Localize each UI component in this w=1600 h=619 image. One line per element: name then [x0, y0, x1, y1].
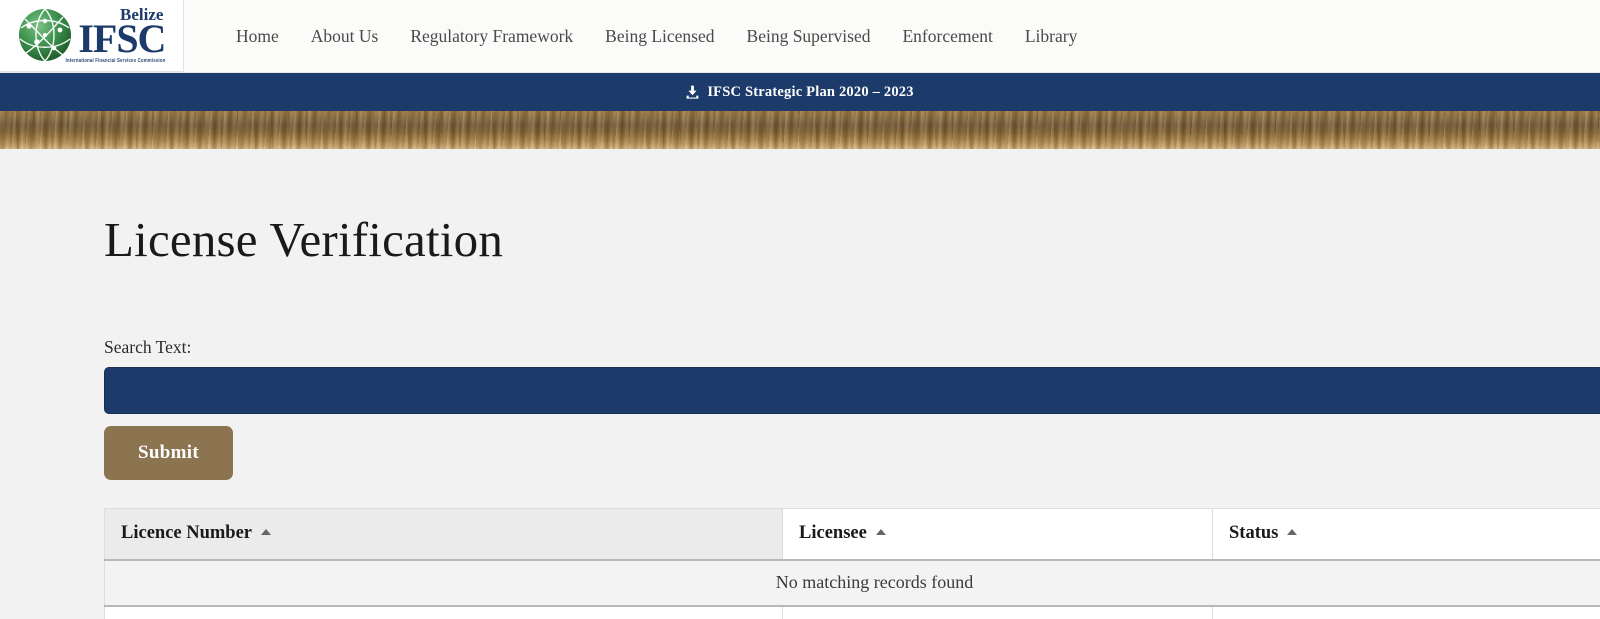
nav-item-being-licensed[interactable]: Being Licensed [589, 20, 730, 53]
footer-cell-licence-number [104, 604, 783, 619]
table-header-row: Licence Number Licensee Status [104, 508, 1600, 561]
search-label: Search Text: [104, 337, 192, 357]
column-header-status[interactable]: Status [1212, 508, 1600, 561]
nav-item-being-supervised[interactable]: Being Supervised [731, 20, 887, 53]
logo-tagline: International Financial Services Commiss… [65, 57, 166, 64]
empty-message: No matching records found [104, 559, 1600, 606]
caret-up-icon [1287, 529, 1298, 536]
license-results-table: Licence Number Licensee Status No matchi… [104, 508, 1600, 619]
column-header-licensee[interactable]: Licensee [782, 508, 1213, 561]
main-navigation: Home About Us Regulatory Framework Being… [220, 20, 1093, 53]
column-label-status: Status [1229, 523, 1279, 544]
nav-item-home[interactable]: Home [220, 20, 295, 53]
column-label-licensee: Licensee [799, 523, 867, 544]
site-header: Belize IFSC International Financial Serv… [0, 0, 1600, 73]
wood-texture-band [0, 111, 1600, 149]
search-input[interactable] [104, 367, 1600, 414]
strategic-plan-banner[interactable]: IFSC Strategic Plan 2020 – 2023 [0, 73, 1600, 111]
table-footer-row [104, 604, 1600, 619]
nav-item-about-us[interactable]: About Us [295, 20, 395, 53]
caret-up-icon [875, 529, 886, 536]
main-content: License Verification Search Text: Submit… [0, 149, 1600, 619]
page-title: License Verification [104, 212, 504, 267]
caret-up-icon [261, 529, 272, 536]
site-logo[interactable]: Belize IFSC International Financial Serv… [0, 0, 184, 72]
download-icon [686, 85, 699, 99]
strategic-plan-label: IFSC Strategic Plan 2020 – 2023 [707, 83, 914, 100]
nav-item-library[interactable]: Library [1009, 20, 1093, 53]
logo-acronym: IFSC [78, 16, 166, 62]
footer-cell-licensee [782, 604, 1213, 619]
submit-button[interactable]: Submit [104, 426, 233, 480]
table-empty-row: No matching records found [104, 559, 1600, 606]
nav-item-enforcement[interactable]: Enforcement [886, 20, 1008, 53]
footer-cell-status [1212, 604, 1600, 619]
column-label-licence-number: Licence Number [121, 523, 253, 544]
nav-item-regulatory-framework[interactable]: Regulatory Framework [394, 20, 589, 53]
column-header-licence-number[interactable]: Licence Number [104, 508, 783, 561]
